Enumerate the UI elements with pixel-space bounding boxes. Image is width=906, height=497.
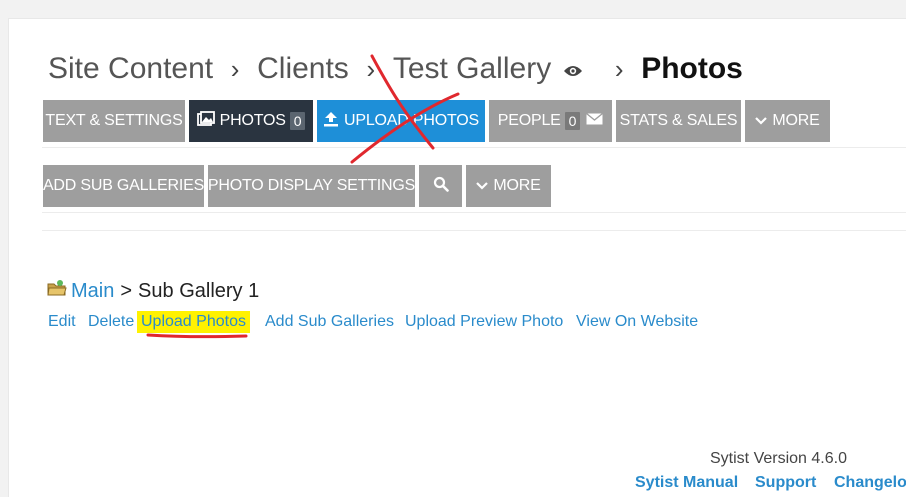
- chevron-down-icon: [476, 177, 489, 195]
- tab-text-settings[interactable]: TEXT & SETTINGS: [43, 100, 185, 142]
- tab-text-settings-label: TEXT & SETTINGS: [45, 112, 183, 129]
- eye-icon[interactable]: [563, 52, 583, 86]
- people-count-badge: 0: [564, 112, 581, 130]
- divider: [42, 212, 906, 213]
- tab-stats-sales[interactable]: STATS & SALES: [616, 100, 741, 142]
- support-link[interactable]: Support: [755, 474, 816, 492]
- tab-upload-photos[interactable]: UPLOAD PHOTOS: [317, 100, 485, 142]
- add-sub-galleries-button[interactable]: ADD SUB GALLERIES: [43, 165, 204, 207]
- breadcrumb: Site Content › Clients › Test Gallery › …: [48, 48, 743, 90]
- sub-more-button[interactable]: MORE: [466, 165, 551, 207]
- tab-more-label: MORE: [772, 112, 820, 129]
- search-button[interactable]: [419, 165, 462, 207]
- photos-icon: [196, 110, 215, 132]
- divider: [42, 230, 906, 231]
- add-sub-galleries-link[interactable]: Add Sub Galleries: [265, 313, 394, 331]
- path-separator: >: [120, 279, 133, 302]
- current-sub-gallery: Sub Gallery 1: [138, 279, 260, 302]
- add-sub-galleries-label: ADD SUB GALLERIES: [42, 177, 205, 194]
- tab-stats-sales-label: STATS & SALES: [619, 112, 738, 129]
- upload-icon: [323, 111, 339, 132]
- divider: [42, 147, 906, 148]
- upload-photos-link[interactable]: Upload Photos: [137, 311, 250, 333]
- upload-preview-photo-link[interactable]: Upload Preview Photo: [405, 313, 563, 331]
- breadcrumb-separator: ›: [366, 53, 376, 84]
- folder-icon: [47, 279, 67, 303]
- sub-more-label: MORE: [493, 177, 541, 194]
- breadcrumb-test-gallery[interactable]: Test Gallery: [393, 52, 551, 86]
- tab-photos-label: PHOTOS: [219, 112, 286, 129]
- envelope-icon: [586, 112, 604, 130]
- manual-link[interactable]: Sytist Manual: [635, 474, 738, 492]
- photo-display-settings-label: PHOTO DISPLAY SETTINGS: [207, 177, 416, 194]
- tab-people-label: PEOPLE: [497, 112, 561, 129]
- breadcrumb-site-content[interactable]: Site Content: [48, 52, 213, 86]
- page-title: Photos: [641, 52, 743, 85]
- search-icon: [433, 176, 449, 197]
- changelog-link[interactable]: Changelog: [834, 474, 906, 492]
- tab-more[interactable]: MORE: [745, 100, 830, 142]
- photo-display-settings-button[interactable]: PHOTO DISPLAY SETTINGS: [208, 165, 415, 207]
- version-text: Sytist Version 4.6.0: [710, 450, 847, 467]
- edit-link[interactable]: Edit: [48, 313, 76, 331]
- tab-photos[interactable]: PHOTOS 0: [189, 100, 313, 142]
- chevron-down-icon: [755, 112, 768, 130]
- breadcrumb-clients[interactable]: Clients: [257, 52, 349, 86]
- view-on-website-link[interactable]: View On Website: [576, 313, 698, 331]
- photos-count-badge: 0: [289, 112, 306, 130]
- main-gallery-link[interactable]: Main: [71, 280, 114, 303]
- tab-upload-photos-label: UPLOAD PHOTOS: [344, 112, 479, 129]
- tab-people[interactable]: PEOPLE 0: [489, 100, 612, 142]
- breadcrumb-separator: ›: [230, 53, 240, 84]
- sub-gallery-path: Main > Sub Gallery 1: [47, 278, 259, 304]
- breadcrumb-separator: ›: [614, 53, 624, 84]
- delete-link[interactable]: Delete: [88, 313, 134, 331]
